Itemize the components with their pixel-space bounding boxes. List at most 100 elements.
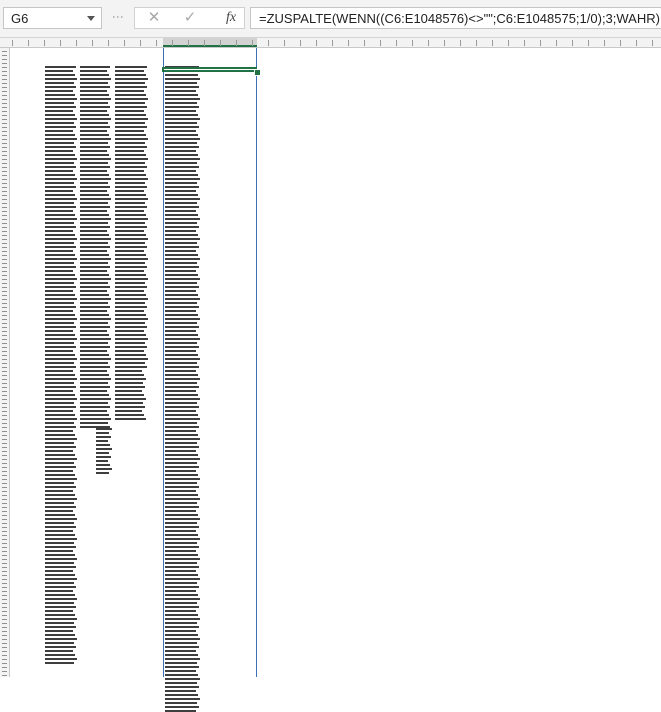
row-header-tick xyxy=(2,571,7,572)
cell-g xyxy=(165,614,198,616)
cell-c xyxy=(45,598,77,600)
cell-d xyxy=(80,130,107,132)
cell-c xyxy=(45,246,76,248)
cell-c xyxy=(45,318,77,320)
cell-g xyxy=(165,390,196,392)
cell-d xyxy=(80,326,110,328)
cell-g xyxy=(165,218,200,220)
active-cell[interactable] xyxy=(162,67,257,72)
cell-g xyxy=(165,398,200,400)
fill-handle[interactable] xyxy=(254,69,261,76)
cell-g xyxy=(165,354,198,356)
row-header-tick xyxy=(2,179,7,180)
cell-g xyxy=(165,322,197,324)
cell-g xyxy=(165,278,200,280)
name-box[interactable]: G6 xyxy=(3,7,102,29)
cell-g xyxy=(165,86,199,88)
cell-g xyxy=(165,618,200,620)
cell-d xyxy=(80,170,107,172)
row-header-tick xyxy=(2,511,7,512)
cell-g xyxy=(165,646,199,648)
cell-c xyxy=(45,622,74,624)
cell-g xyxy=(165,366,199,368)
cell-c xyxy=(45,442,74,444)
cell-g xyxy=(165,378,200,380)
formula-input[interactable]: =ZUSPALTE(WENN((C6:E1048576)<>"";C6:E104… xyxy=(250,7,661,29)
column-header-selected[interactable] xyxy=(163,38,257,47)
close-icon[interactable]: ✕ xyxy=(142,9,166,27)
row-header-tick xyxy=(2,651,7,652)
cell-g xyxy=(165,470,196,472)
cell-g xyxy=(165,234,198,236)
cell-c xyxy=(45,606,76,608)
cell-g xyxy=(165,686,199,688)
row-header-tick xyxy=(2,435,7,436)
cell-e xyxy=(115,410,142,412)
cell-c xyxy=(45,630,73,632)
column-header-tick xyxy=(476,40,477,46)
row-header-tick xyxy=(2,619,7,620)
cell-g xyxy=(165,106,199,108)
cell-g xyxy=(165,206,199,208)
cell-c xyxy=(45,186,76,188)
row-header-tick xyxy=(2,283,7,284)
row-header-tick xyxy=(2,443,7,444)
cell-g xyxy=(165,78,200,80)
fx-icon[interactable]: fx xyxy=(220,9,242,27)
cell-e xyxy=(115,262,145,264)
cell-c xyxy=(45,434,75,436)
row-header-tick xyxy=(2,547,7,548)
column-header-tick xyxy=(156,40,157,46)
cell-c xyxy=(45,510,73,512)
cell-e xyxy=(115,170,144,172)
chevron-down-icon[interactable] xyxy=(87,16,95,21)
column-header-tick xyxy=(124,40,125,46)
cell-c xyxy=(45,562,74,564)
column-header[interactable] xyxy=(0,38,661,48)
column-header-tick xyxy=(236,40,237,46)
cell-g xyxy=(165,402,197,404)
column-header-tick xyxy=(636,40,637,46)
cell-g xyxy=(165,490,196,492)
row-header-tick xyxy=(2,667,7,668)
cell-g xyxy=(165,482,197,484)
cell-e xyxy=(115,250,144,252)
cell-c xyxy=(45,218,77,220)
column-header-tick xyxy=(524,40,525,46)
row-header-tick xyxy=(2,439,7,440)
cell-c xyxy=(45,454,75,456)
row-header-tick xyxy=(2,595,7,596)
column-header-tick xyxy=(316,40,317,46)
cell-c xyxy=(45,146,76,148)
row-header-tick xyxy=(2,527,7,528)
cell-d xyxy=(80,322,108,324)
cell-c xyxy=(45,134,75,136)
cell-g xyxy=(165,418,200,420)
cell-g xyxy=(165,318,200,320)
cell-c xyxy=(45,274,75,276)
cell-d xyxy=(80,310,107,312)
check-icon[interactable]: ✓ xyxy=(178,9,202,27)
cell-d xyxy=(80,134,109,136)
cell-c xyxy=(45,130,73,132)
more-handle-icon[interactable]: ⋮ xyxy=(111,11,125,22)
row-header-tick xyxy=(2,291,7,292)
cell-d xyxy=(80,202,108,204)
cell-c xyxy=(45,578,77,580)
cell-g xyxy=(165,254,198,256)
row-header-tick xyxy=(2,123,7,124)
cell-c xyxy=(45,258,77,260)
cell-c xyxy=(45,154,75,156)
cell-d xyxy=(80,270,107,272)
row-header-tick xyxy=(2,471,7,472)
row-header-tick xyxy=(2,631,7,632)
row-header-tick xyxy=(2,303,7,304)
cell-c xyxy=(45,158,77,160)
cell-g xyxy=(165,194,198,196)
worksheet-grid[interactable] xyxy=(0,48,661,712)
cell-d xyxy=(96,452,109,454)
cell-d xyxy=(80,70,107,72)
row-header-tick xyxy=(2,311,7,312)
row-header[interactable] xyxy=(0,48,10,677)
row-header-tick xyxy=(2,63,7,64)
